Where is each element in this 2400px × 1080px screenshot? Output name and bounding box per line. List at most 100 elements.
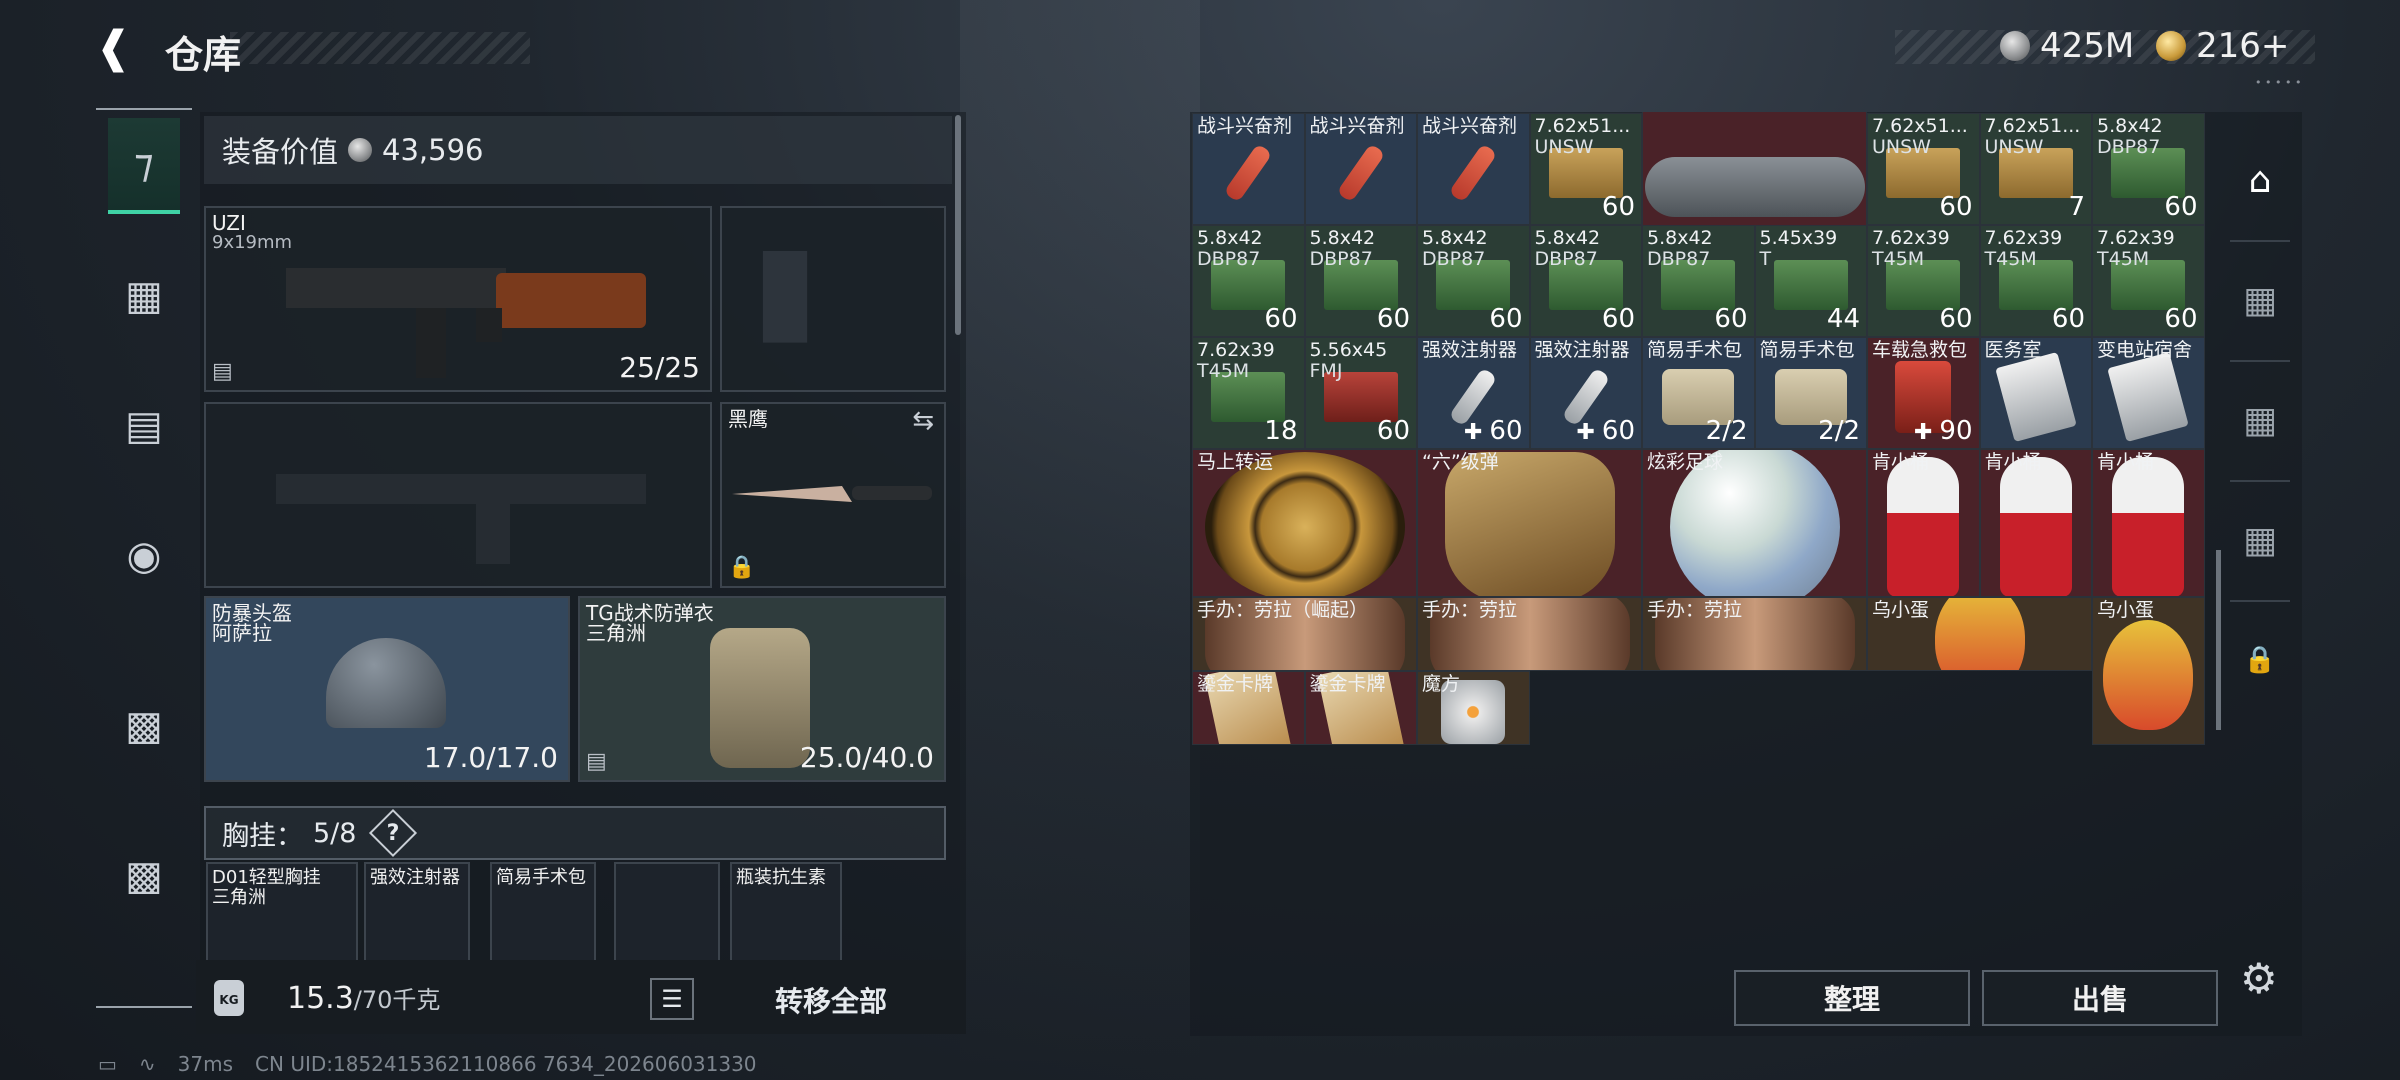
inventory-item[interactable]: 乌小蛋 [1867, 597, 2092, 671]
inventory-item[interactable]: 肯小桶 [1979, 449, 2092, 598]
inventory-item[interactable]: 肯小桶 [1867, 449, 1980, 598]
melee-slot[interactable]: 黑鹰 ⇆ 🔒 [720, 402, 946, 588]
chest-slot-antibiotics[interactable]: 瓶装抗生素 [730, 862, 842, 964]
inventory-item[interactable]: 7.62x51... UNSW 7 [1979, 113, 2092, 226]
gold-currency[interactable]: 216+ [2156, 26, 2289, 66]
inventory-item[interactable]: 手办：劳拉 [1642, 597, 1867, 671]
inventory-item[interactable]: 车载急救包 ✚ 90 [1867, 337, 1980, 450]
equipment-scrollbar[interactable] [955, 115, 961, 335]
nav-case-ii[interactable]: ▦ [2222, 370, 2298, 470]
nav-case[interactable]: ▩ [96, 678, 192, 774]
inventory-item[interactable]: 5.8x42 DBP87 60 [1529, 225, 1642, 338]
inventory-item[interactable]: 战斗兴奋剂 [1417, 113, 1530, 226]
item-image [1643, 450, 1866, 597]
item-image [1193, 598, 1416, 670]
item-icon [1887, 457, 1960, 597]
chest-slot-injector[interactable]: 强效注射器 [364, 862, 470, 964]
inventory-item[interactable]: 简易手术包 2/2 [1754, 337, 1867, 450]
list-icon[interactable]: ☰ [650, 978, 694, 1020]
uid: CN UID:1852415362110866 7634_20260603133… [255, 1052, 757, 1076]
nav-toolbox[interactable]: ▩ [96, 828, 192, 924]
inventory-item[interactable]: 5.56x45 FMJ 60 [1304, 337, 1417, 450]
item-name: 手办：劳拉 [1647, 599, 1743, 622]
item-name: 7.62x51... [1984, 115, 2081, 138]
nav-case-iv[interactable]: ▦ [2222, 490, 2298, 590]
nav-weapons[interactable]: ⁊ [108, 118, 180, 214]
inventory-item[interactable]: 变电站宿舍 [2092, 337, 2205, 450]
inventory-item[interactable]: 5.45x39 T 44 [1754, 225, 1867, 338]
item-image [1306, 143, 1417, 203]
secondary-weapon-slot[interactable] [204, 402, 712, 588]
inventory-item[interactable]: “六”级弹 [1417, 449, 1642, 598]
inventory-item[interactable]: 医务室 [1979, 337, 2092, 450]
silver-currency[interactable]: 425M [2000, 26, 2134, 66]
inventory-item[interactable]: 强效注射器 ✚ 60 [1417, 337, 1530, 450]
item-quantity-value: 7 [2068, 192, 2085, 223]
inventory-item[interactable]: 鎏金卡牌 [1304, 670, 1417, 745]
helmet-slot[interactable]: 防暴头盔 阿萨拉 17.0/17.0 [204, 596, 570, 782]
inventory-item[interactable]: 5.8x42 DBP87 60 [2092, 113, 2205, 226]
chest-slot-surgery[interactable]: 简易手术包 [490, 862, 596, 964]
weapon-name: UZI [212, 211, 246, 235]
item-name: 战斗兴奋剂 [1422, 115, 1518, 138]
armor-slot[interactable]: TG战术防弹衣 三角洲 ▤ 25.0/40.0 [578, 596, 946, 782]
inventory-item[interactable]: 5.8x42 DBP87 60 [1642, 225, 1755, 338]
sidearm-slot[interactable]: ▮ [720, 206, 946, 392]
inventory-item[interactable]: 7.62x51... UNSW 60 [1529, 113, 1642, 226]
helmet-durability: 17.0/17.0 [423, 741, 558, 774]
inventory-item[interactable]: 强效注射器 ✚ 60 [1529, 337, 1642, 450]
back-arrow-icon[interactable]: ❰ [95, 24, 143, 72]
uzi-image [286, 268, 646, 378]
inventory-scrollbar[interactable] [2216, 550, 2221, 730]
nav-gear[interactable]: ▦ [96, 248, 192, 344]
inventory-item[interactable]: 战斗兴奋剂 [1192, 113, 1305, 226]
item-subtitle: UNSW [1534, 136, 1594, 159]
inventory-item[interactable]: 5.8x42 DBP87 60 [1417, 225, 1530, 338]
inventory-item[interactable]: 鎏金卡牌 [1192, 670, 1305, 745]
inventory-item[interactable]: 马上转运 [1192, 449, 1417, 598]
inventory-item[interactable]: 手办：劳拉（崛起） [1192, 597, 1417, 671]
inventory-item[interactable]: 简易手术包 2/2 [1642, 337, 1755, 450]
inventory-item[interactable]: 7.62x39 T45M 60 [2092, 225, 2205, 338]
nav-safehouse[interactable]: ⌂ [2222, 130, 2298, 230]
organize-button[interactable]: 整理 [1734, 970, 1970, 1026]
item-quantity: 60 [1377, 416, 1410, 446]
item-subtitle: DBP87 [1197, 248, 1261, 271]
inventory-item[interactable]: 战斗兴奋剂 [1304, 113, 1417, 226]
swap-icon[interactable]: ⇆ [912, 406, 934, 436]
chest-slot-empty[interactable] [614, 862, 720, 964]
inventory-item[interactable]: 手办：劳拉 [1417, 597, 1642, 671]
inventory-item[interactable]: 炫彩足球 [1642, 449, 1867, 598]
item-subtitle: DBP87 [1309, 248, 1373, 271]
item-name: 7.62x39 [1197, 339, 1275, 362]
inventory-item[interactable]: 7.62x39 T45M 60 [1867, 225, 1980, 338]
inventory-item[interactable]: 7.62x39 T45M 18 [1192, 337, 1305, 450]
nav-backpack[interactable]: ▤ [96, 378, 192, 474]
nav-case-v[interactable]: ▦ [2222, 250, 2298, 350]
item-name: 魔方 [1422, 672, 1461, 695]
inventory-item[interactable]: 魔方 [1417, 670, 1530, 745]
left-nav: ⁊ ▦ ▤ ◉ ▩ ▩ [96, 108, 192, 1008]
gear-icon[interactable]: ⚙ [2240, 954, 2278, 1003]
case-ii-icon: ▦ [2242, 399, 2277, 441]
inventory-item[interactable]: 5.8x42 DBP87 60 [1304, 225, 1417, 338]
item-subtitle: DBP87 [1534, 248, 1598, 271]
inventory-item[interactable]: 肯小桶 [2092, 449, 2205, 598]
inventory-item[interactable]: 7.62x39 T45M 60 [1979, 225, 2092, 338]
transfer-all-button[interactable]: 转移全部 [700, 972, 962, 1028]
lock-icon: 🔒 [728, 555, 756, 580]
item-subtitle: T45M [1197, 360, 1250, 383]
help-icon[interactable]: ? [369, 808, 418, 858]
inventory-item[interactable]: 乌小蛋 [2092, 597, 2205, 745]
primary-weapon-slot[interactable]: UZI 9x19mm ▤ 25/25 [204, 206, 712, 392]
item-name: 简易手术包 [1759, 339, 1855, 362]
inventory-item[interactable]: 7.62x51... UNSW 60 [1867, 113, 1980, 226]
inventory-item[interactable]: 5.8x42 DBP87 60 [1192, 225, 1305, 338]
sell-button[interactable]: 出售 [1982, 970, 2218, 1026]
toolbox-icon: ▩ [125, 853, 163, 899]
chest-rig-slot[interactable]: D01轻型胸挂 三角洲 [206, 862, 358, 964]
nav-locked[interactable]: 🔒 [2222, 610, 2298, 710]
item-name: 乌小蛋 [2097, 599, 2155, 622]
slot-name: D01轻型胸挂 [212, 867, 321, 888]
nav-pouch[interactable]: ◉ [96, 508, 192, 604]
